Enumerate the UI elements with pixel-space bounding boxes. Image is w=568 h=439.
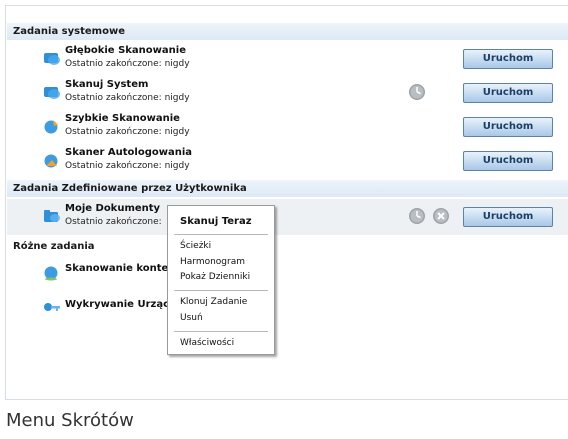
- container-scan-icon: [44, 266, 58, 281]
- quick-scan-icon: [44, 120, 58, 134]
- task-name: Szybkie Skanowanie: [65, 113, 180, 124]
- menu-item-scan-now[interactable]: Skanuj Teraz: [180, 216, 252, 227]
- menu-item-delete[interactable]: Usuń: [180, 313, 203, 323]
- task-name: Głębokie Skanowanie: [65, 45, 186, 56]
- section-header-other: Różne zadania: [13, 241, 95, 252]
- task-row-autologon-scanner[interactable]: Skaner Autologowania Ostatnio zakończone…: [7, 144, 568, 178]
- menu-item-paths[interactable]: Ścieżki: [180, 241, 211, 251]
- task-last-run: Ostatnio zakończone: nigdy: [65, 93, 190, 103]
- run-button[interactable]: Uruchom: [463, 117, 553, 137]
- task-name: Moje Dokumenty: [65, 203, 161, 214]
- clock-icon[interactable]: [408, 207, 426, 225]
- folder-scan-icon: [44, 210, 60, 222]
- menu-separator: [174, 290, 268, 291]
- task-row-device-detection[interactable]: Wykrywanie Urząc: [7, 291, 568, 325]
- task-last-run: Ostatnio zakończone:: [65, 217, 162, 227]
- task-row-container-scan[interactable]: Skanowanie konte: [7, 257, 568, 291]
- task-last-run: Ostatnio zakończone: nigdy: [65, 127, 190, 137]
- run-button[interactable]: Uruchom: [463, 151, 553, 171]
- task-row-quick-scan[interactable]: Szybkie Skanowanie Ostatnio zakończone: …: [7, 110, 568, 144]
- task-row-scan-system[interactable]: Skanuj System Ostatnio zakończone: nigdy…: [7, 76, 568, 110]
- menu-item-show-logs[interactable]: Pokaż Dzienniki: [180, 272, 250, 282]
- device-detection-icon: [44, 303, 60, 311]
- scan-icon: [44, 53, 60, 65]
- run-button[interactable]: Uruchom: [463, 49, 553, 69]
- menu-separator: [174, 331, 268, 332]
- task-row-deep-scan[interactable]: Głębokie Skanowanie Ostatnio zakończone:…: [7, 42, 568, 76]
- section-header-user: Zadania Zdefiniowane przez Użytkownika: [7, 180, 568, 197]
- tasks-panel: Zadania systemowe Głębokie Skanowanie Os…: [5, 5, 568, 400]
- task-name: Wykrywanie Urząc: [65, 299, 169, 310]
- task-name: Skanuj System: [65, 79, 149, 90]
- run-button[interactable]: Uruchom: [463, 83, 553, 103]
- task-last-run: Ostatnio zakończone: nigdy: [65, 59, 190, 69]
- delete-icon[interactable]: [432, 207, 450, 225]
- task-last-run: Ostatnio zakończone: nigdy: [65, 161, 190, 171]
- task-name: Skanowanie konte: [65, 263, 169, 274]
- autologon-icon: [44, 154, 58, 168]
- menu-separator: [174, 234, 268, 235]
- context-menu: Skanuj Teraz Ścieżki Harmonogram Pokaż D…: [167, 205, 275, 355]
- run-button[interactable]: Uruchom: [463, 207, 553, 227]
- clock-icon[interactable]: [408, 83, 426, 101]
- task-name: Skaner Autologowania: [65, 147, 193, 158]
- figure-caption: Menu Skrótów: [6, 410, 134, 431]
- menu-item-properties[interactable]: Właściwości: [180, 338, 234, 348]
- section-header-system: Zadania systemowe: [7, 23, 568, 40]
- task-row-my-documents[interactable]: Moje Dokumenty Ostatnio zakończone: Uruc…: [7, 199, 568, 235]
- menu-item-schedule[interactable]: Harmonogram: [180, 257, 245, 267]
- menu-item-clone-task[interactable]: Klonuj Zadanie: [180, 297, 247, 307]
- scan-icon: [44, 87, 60, 99]
